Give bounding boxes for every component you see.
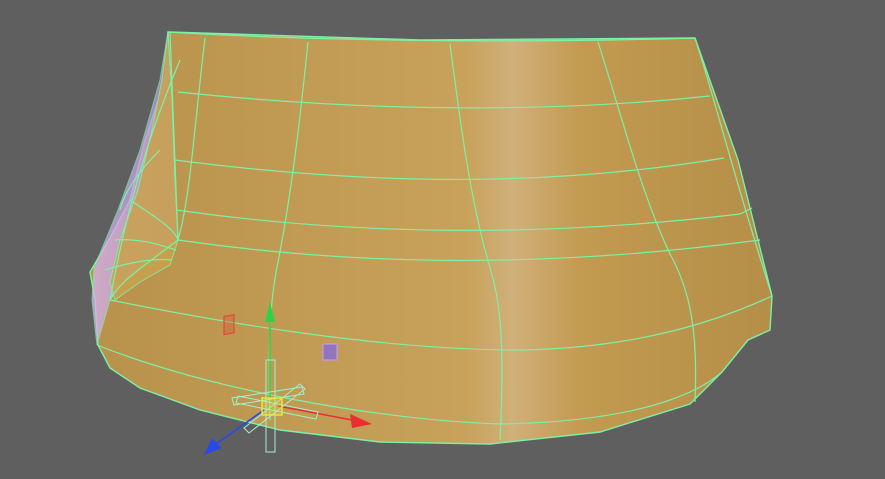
mesh-object[interactable] [89,31,773,445]
z-axis-arrow-icon[interactable] [204,438,222,455]
red-vertex-marker[interactable] [223,314,235,336]
purple-vertex-marker[interactable] [322,343,338,361]
center-handle[interactable] [261,397,283,416]
3d-viewport[interactable] [0,0,885,479]
